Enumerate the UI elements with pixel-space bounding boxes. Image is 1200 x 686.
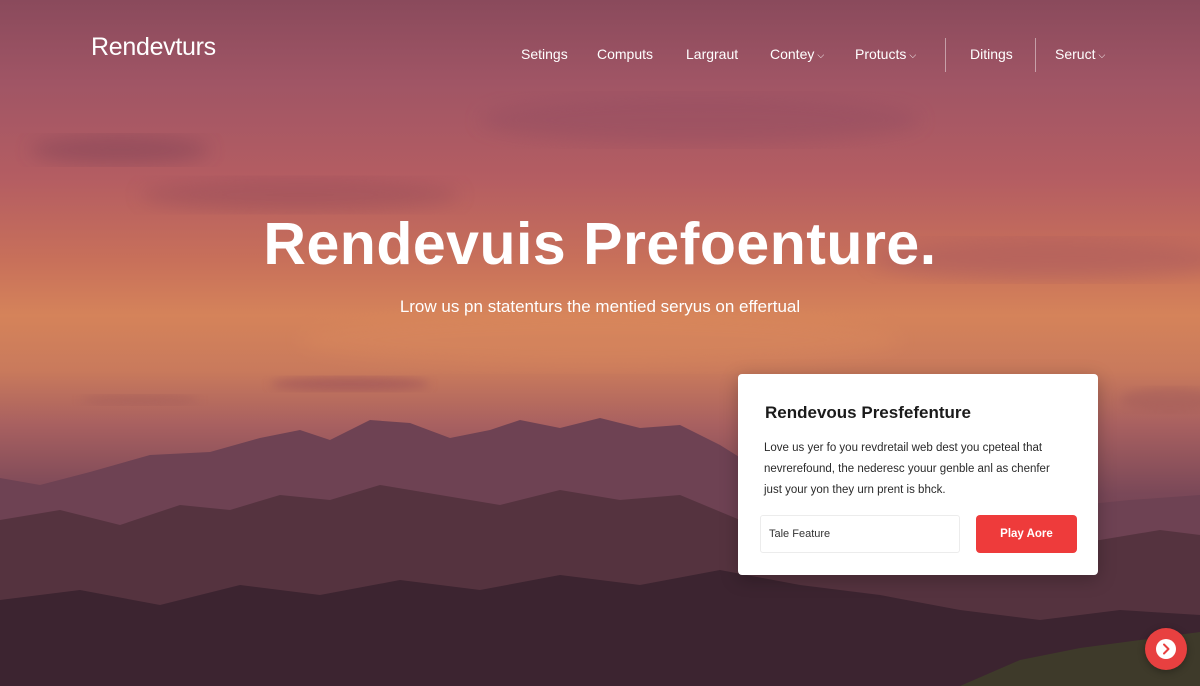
nav-divider — [945, 38, 946, 72]
card-body-line: just your yon they urn prent is bhck. — [764, 484, 946, 496]
card-body-line: nevrerefound, the nederesc youur genble … — [764, 463, 1050, 475]
mountain-silhouette — [0, 418, 1200, 686]
nav-item-seruct[interactable]: Seruct ⌵ — [1055, 46, 1105, 62]
floating-action-button[interactable] — [1145, 628, 1187, 670]
feature-input[interactable] — [760, 515, 960, 553]
chevron-right-icon — [1163, 643, 1170, 655]
nav-item-label: Largraut — [686, 46, 739, 62]
play-more-button[interactable]: Play Aore — [976, 515, 1077, 553]
nav-item-contey[interactable]: Contey ⌵ — [770, 46, 824, 62]
chevron-down-icon: ⌵ — [1098, 50, 1106, 60]
nav-item-label: Seruct — [1055, 46, 1096, 62]
nav-divider — [1035, 38, 1036, 72]
card-body: Love us yer fo you revdretail web dest y… — [764, 438, 1082, 501]
chevron-down-icon: ⌵ — [817, 50, 825, 60]
nav-item-label: Computs — [597, 46, 654, 62]
landing-page: Rendevturs Setings Computs Largraut Cont… — [0, 0, 1200, 686]
nav-item-computs[interactable]: Computs — [597, 46, 653, 62]
hero-title: Rendevuis Prefoenture. — [263, 211, 937, 277]
card-body-line: Love us yer fo you revdretail web dest y… — [764, 442, 1043, 454]
nav-item-protucts[interactable]: Protucts ⌵ — [855, 46, 916, 62]
card-title: Rendevous Presfefenture — [765, 403, 971, 422]
hero-subtitle: Lrow us pn statenturs the mentied seryus… — [399, 297, 801, 316]
chevron-down-icon: ⌵ — [909, 50, 917, 60]
nav-item-largraut[interactable]: Largraut — [686, 46, 738, 62]
nav-item-label: Protucts — [855, 46, 907, 62]
nav-item-label: Setings — [521, 46, 568, 62]
nav-item-setings[interactable]: Setings — [521, 46, 568, 62]
nav-item-ditings[interactable]: Ditings — [970, 46, 1013, 62]
main-nav: Setings Computs Largraut Contey ⌵ Protuct… — [0, 38, 1200, 72]
nav-item-label: Contey — [770, 46, 815, 62]
fab-circle — [1156, 639, 1176, 659]
feature-card: Rendevous Presfefenture Love us yer fo y… — [738, 374, 1098, 575]
nav-item-label: Ditings — [970, 46, 1013, 62]
